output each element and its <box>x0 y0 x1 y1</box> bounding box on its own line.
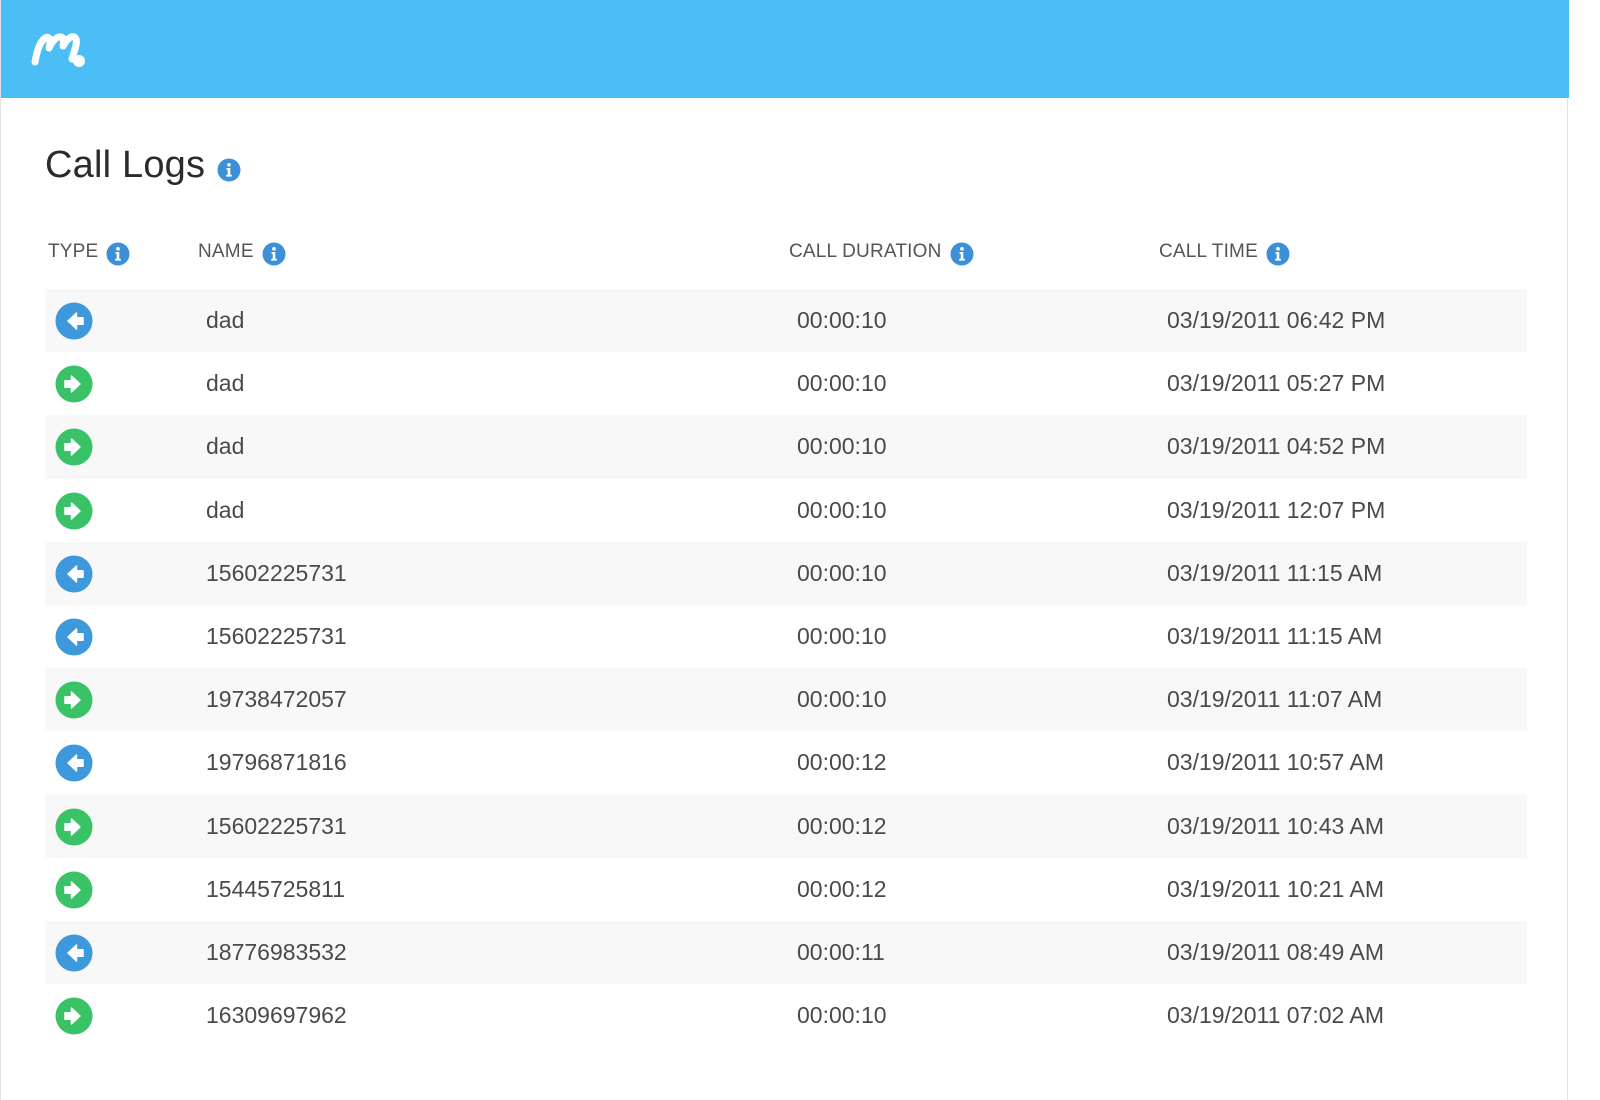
incoming-call-arrow-icon <box>55 934 93 972</box>
mspy-logo-icon[interactable] <box>29 28 87 70</box>
call-duration: 00:00:11 <box>797 938 885 965</box>
call-time: 03/19/2011 11:15 AM <box>1167 559 1383 586</box>
call-log-table: dad 00:00:10 03/19/2011 06:42 PM dad 00:00:1… <box>45 289 1527 1047</box>
outgoing-call-arrow-icon <box>55 365 93 403</box>
call-time: 03/19/2011 06:42 PM <box>1167 307 1386 333</box>
table-row[interactable]: 16309697962 00:00:10 03/19/2011 07:02 AM <box>45 984 1527 1047</box>
column-header-call-time[interactable]: CALL TIME <box>1159 238 1290 266</box>
outgoing-call-arrow-icon <box>55 428 93 466</box>
contact-name: 18776983532 <box>206 938 347 965</box>
table-row[interactable]: 15602225731 00:00:12 03/19/2011 10:43 AM <box>45 794 1527 858</box>
contact-name: 15602225731 <box>206 622 347 649</box>
incoming-call-arrow-icon <box>55 744 93 782</box>
info-icon[interactable] <box>106 242 130 266</box>
table-row[interactable]: dad 00:00:10 03/19/2011 04:52 PM <box>45 415 1527 479</box>
table-header: TYPE NAME CALL DURATION CALL TIME <box>45 238 1527 268</box>
call-duration: 00:00:10 <box>797 1002 887 1029</box>
top-bar <box>1 0 1569 98</box>
contact-name: dad <box>206 307 245 333</box>
column-header-name[interactable]: NAME <box>198 238 286 266</box>
outgoing-call-arrow-icon <box>55 681 93 719</box>
call-time: 03/19/2011 07:02 AM <box>1167 1002 1384 1029</box>
call-duration: 00:00:10 <box>797 686 887 713</box>
outgoing-call-arrow-icon <box>55 997 93 1035</box>
call-duration: 00:00:12 <box>797 749 887 776</box>
info-icon[interactable] <box>1266 242 1290 266</box>
call-duration: 00:00:10 <box>797 559 887 586</box>
table-row[interactable]: 18776983532 00:00:11 03/19/2011 08:49 AM <box>45 920 1527 985</box>
call-time: 03/19/2011 08:49 AM <box>1167 938 1384 965</box>
incoming-call-arrow-icon <box>55 302 93 340</box>
outgoing-call-arrow-icon <box>55 492 93 530</box>
contact-name: 15445725811 <box>206 875 345 902</box>
call-time: 03/19/2011 10:43 AM <box>1167 812 1384 839</box>
table-row[interactable]: 19738472057 00:00:10 03/19/2011 11:07 AM <box>45 668 1527 732</box>
contact-name: 16309697962 <box>206 1002 347 1029</box>
contact-name: 19738472057 <box>206 686 347 713</box>
info-icon[interactable] <box>217 158 241 182</box>
page-header: Call Logs <box>45 144 241 187</box>
column-header-label: CALL DURATION <box>789 241 942 262</box>
table-row[interactable]: dad 00:00:10 03/19/2011 05:27 PM <box>45 352 1527 415</box>
call-duration: 00:00:12 <box>797 812 887 839</box>
incoming-call-arrow-icon <box>55 618 93 656</box>
table-row[interactable]: dad 00:00:10 03/19/2011 12:07 PM <box>45 479 1527 542</box>
column-header-label: TYPE <box>48 241 99 262</box>
column-header-label: NAME <box>198 241 254 262</box>
call-time: 03/19/2011 10:21 AM <box>1167 875 1384 902</box>
call-time: 03/19/2011 12:07 PM <box>1167 496 1386 523</box>
contact-name: dad <box>206 370 245 397</box>
call-duration: 00:00:12 <box>797 875 887 902</box>
call-time: 03/19/2011 11:15 AM <box>1167 622 1383 649</box>
contact-name: dad <box>206 433 245 460</box>
contact-name: 15602225731 <box>206 812 347 839</box>
table-row[interactable]: 15602225731 00:00:10 03/19/2011 11:15 AM <box>45 541 1527 605</box>
info-icon[interactable] <box>950 242 974 266</box>
page-title: Call Logs <box>45 144 206 186</box>
column-header-label: CALL TIME <box>1159 241 1258 262</box>
contact-name: 15602225731 <box>206 559 347 586</box>
call-time: 03/19/2011 10:57 AM <box>1167 749 1384 776</box>
outgoing-call-arrow-icon <box>55 871 93 909</box>
call-time: 03/19/2011 11:07 AM <box>1167 686 1383 713</box>
call-time: 03/19/2011 05:27 PM <box>1167 370 1386 397</box>
call-duration: 00:00:10 <box>797 622 887 649</box>
call-duration: 00:00:10 <box>797 496 887 523</box>
call-duration: 00:00:10 <box>797 307 887 333</box>
table-row[interactable]: 19796871816 00:00:12 03/19/2011 10:57 AM <box>45 731 1527 794</box>
contact-name: dad <box>206 496 245 523</box>
outgoing-call-arrow-icon <box>55 808 93 845</box>
call-duration: 00:00:10 <box>797 433 887 460</box>
info-icon[interactable] <box>262 242 286 266</box>
column-header-call-duration[interactable]: CALL DURATION <box>789 238 974 266</box>
table-row[interactable]: 15602225731 00:00:10 03/19/2011 11:15 AM <box>45 605 1527 668</box>
column-header-type[interactable]: TYPE <box>48 238 130 266</box>
contact-name: 19796871816 <box>206 749 347 776</box>
app-window: Call Logs TYPE NAME CALL DURATION CALL T… <box>0 0 1569 1100</box>
table-row[interactable]: 15445725811 00:00:12 03/19/2011 10:21 AM <box>45 858 1527 921</box>
call-duration: 00:00:10 <box>797 370 887 397</box>
table-row[interactable]: dad 00:00:10 03/19/2011 06:42 PM <box>45 289 1527 353</box>
call-time: 03/19/2011 04:52 PM <box>1167 433 1386 460</box>
incoming-call-arrow-icon <box>55 555 93 593</box>
